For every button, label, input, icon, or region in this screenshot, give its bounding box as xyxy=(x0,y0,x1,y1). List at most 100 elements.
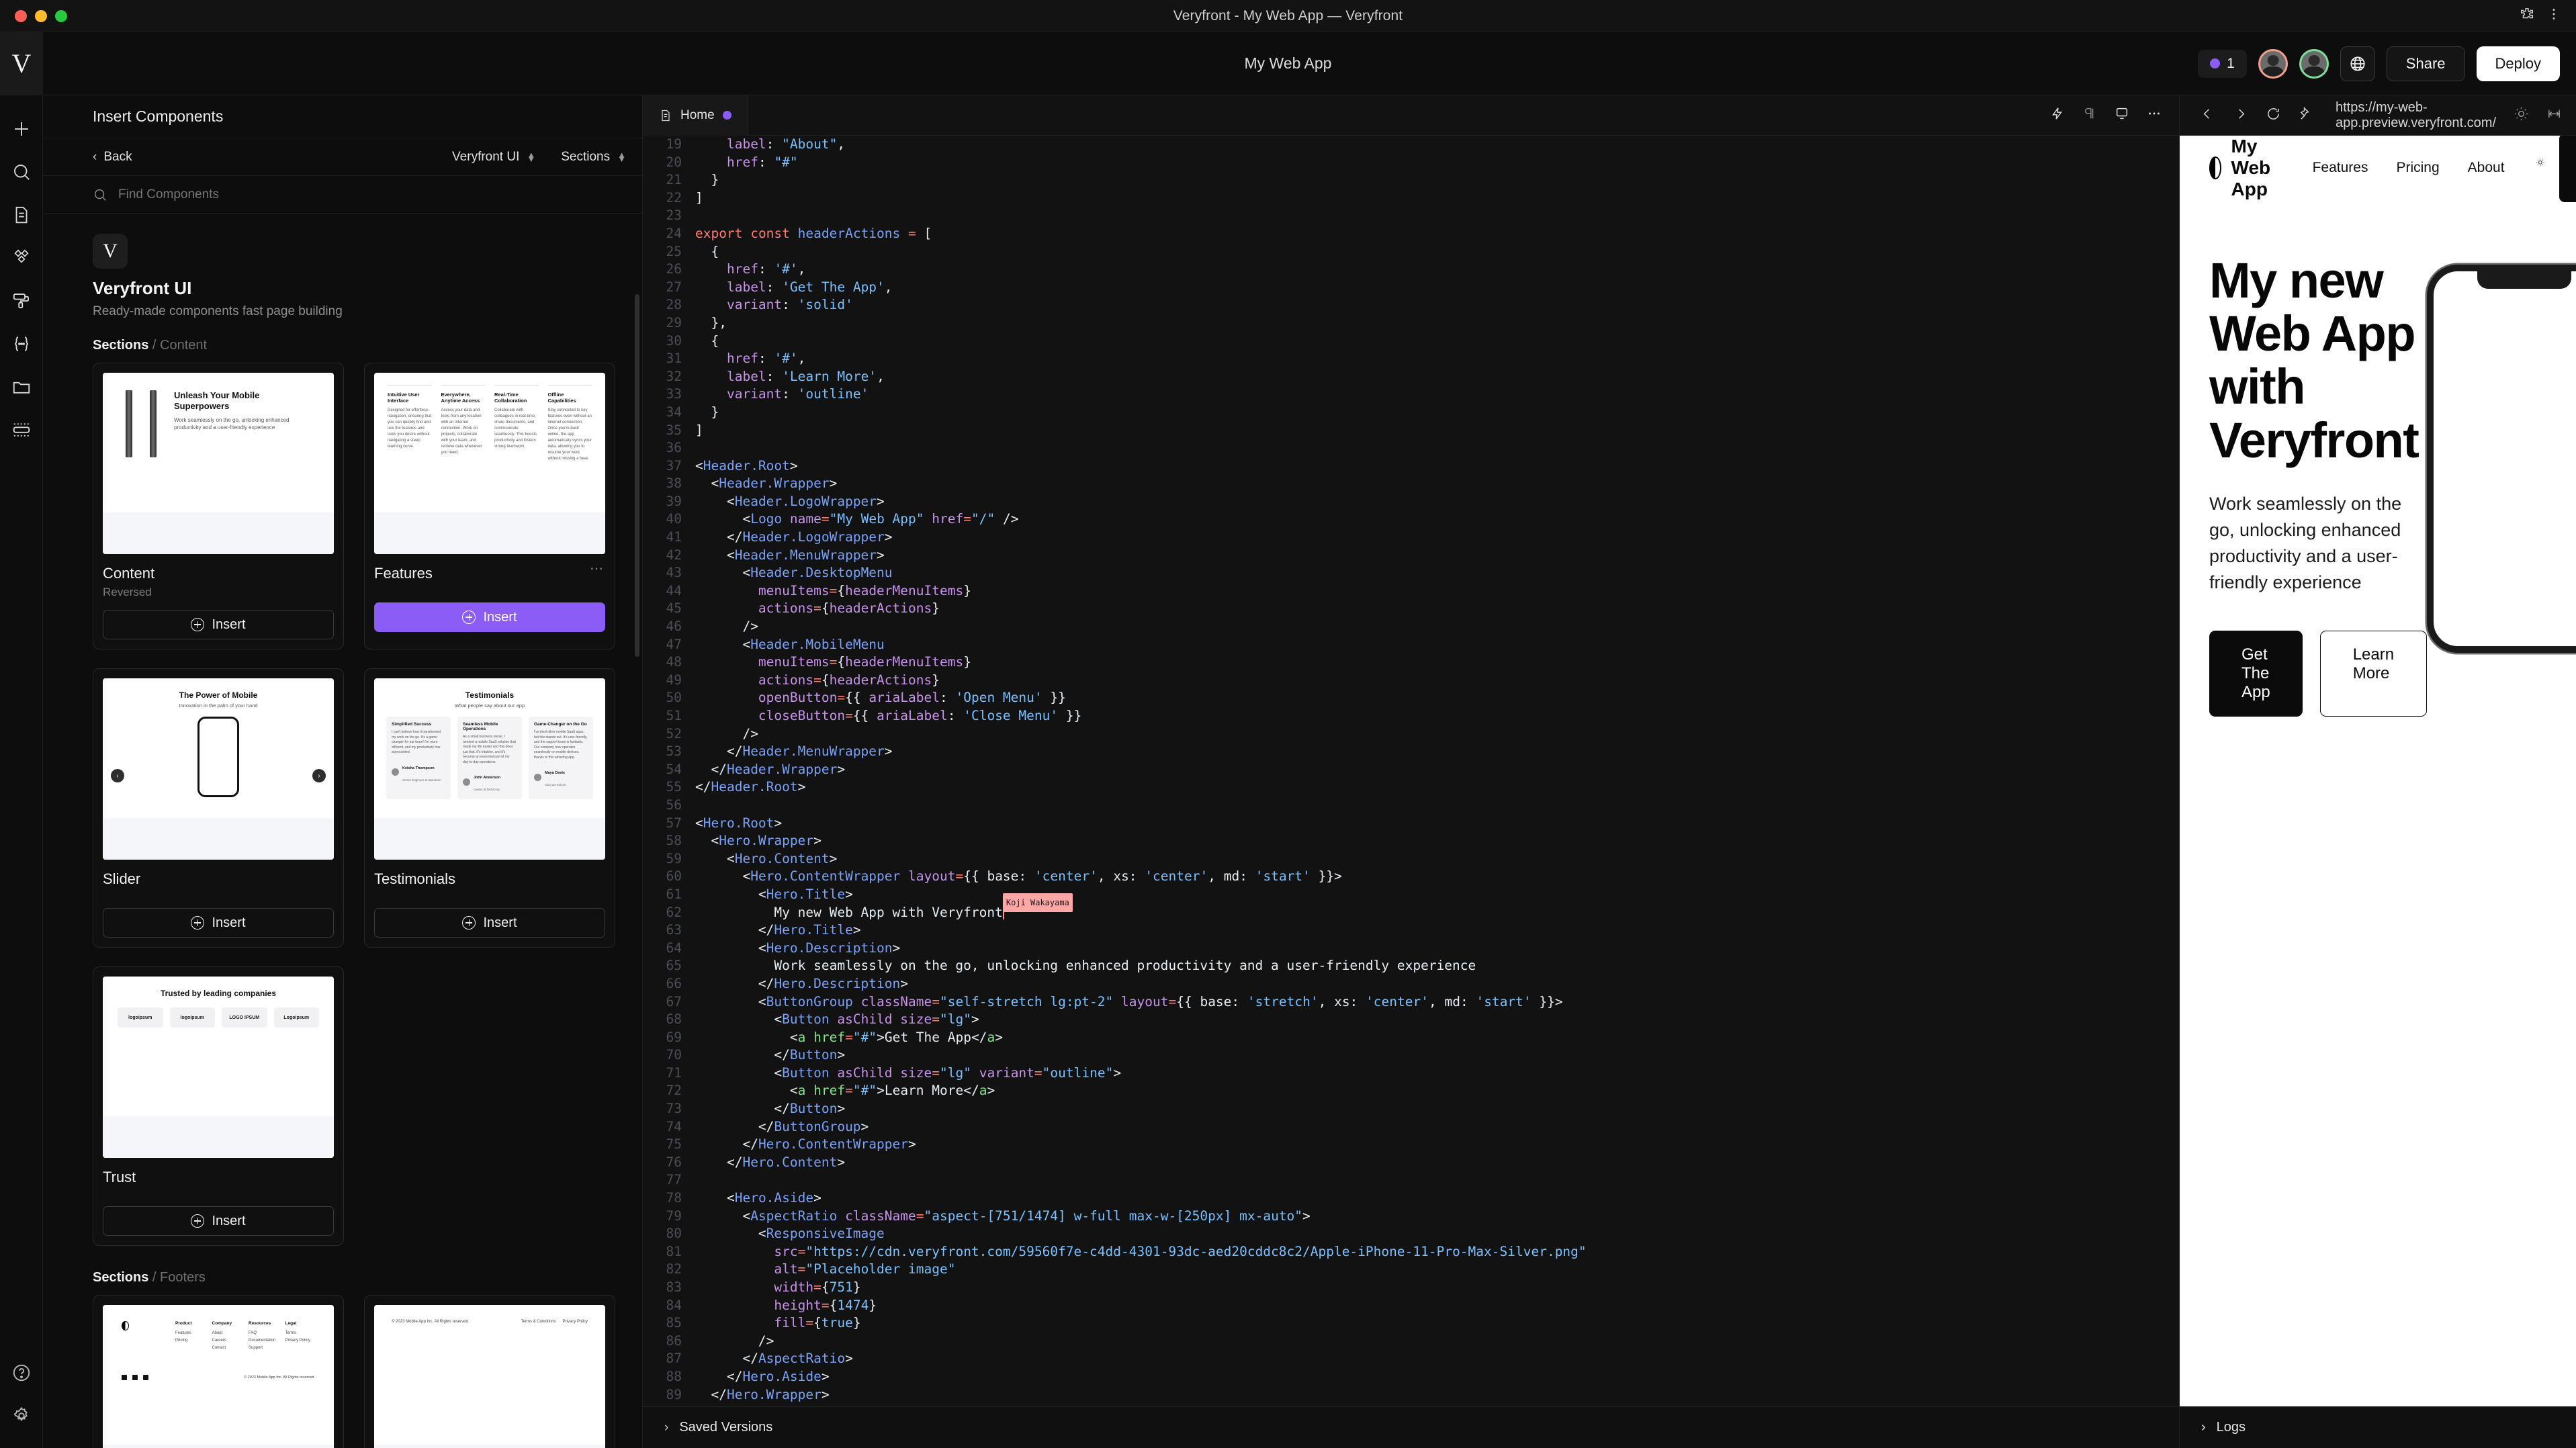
code-area[interactable]: 19 label: "About", 20 href: "#" 21 } 22] 23 2… xyxy=(643,136,2179,1406)
insert-button[interactable]: Insert xyxy=(103,1206,334,1236)
code-line[interactable]: 35] xyxy=(643,422,2179,440)
code-text[interactable]: alt="Placeholder image" xyxy=(695,1261,955,1279)
code-text[interactable]: Work seamlessly on the go, unlocking enh… xyxy=(695,957,1476,975)
code-line[interactable]: 19 label: "About", xyxy=(643,136,2179,154)
code-line[interactable]: 90</Hero.Root> xyxy=(643,1404,2179,1406)
sidebar-item-forms[interactable] xyxy=(0,408,43,451)
slider-next-icon[interactable]: › xyxy=(312,769,326,782)
sun-icon[interactable] xyxy=(2536,158,2545,178)
code-line[interactable]: 22] xyxy=(643,189,2179,208)
back-icon[interactable] xyxy=(2200,106,2215,125)
code-text[interactable]: <Header.Wrapper> xyxy=(695,475,837,493)
code-line[interactable]: 24 export const headerActions = [ xyxy=(643,225,2179,243)
sidebar-item-search[interactable] xyxy=(0,150,43,193)
code-text[interactable]: label: 'Learn More', xyxy=(695,368,885,386)
code-text[interactable]: </Hero.Content> xyxy=(695,1154,845,1172)
code-line[interactable]: 20 href: "#" xyxy=(643,154,2179,172)
code-line[interactable]: 74 </ButtonGroup> xyxy=(643,1118,2179,1136)
code-line[interactable]: 68 <Button asChild size="lg"> xyxy=(643,1011,2179,1029)
code-line[interactable]: 86 /> xyxy=(643,1332,2179,1351)
code-line[interactable]: 75 </Hero.ContentWrapper> xyxy=(643,1136,2179,1154)
code-line[interactable]: 72 <a href="#">Learn More</a> xyxy=(643,1082,2179,1100)
code-line[interactable]: 34 } xyxy=(643,404,2179,422)
code-text[interactable]: /> xyxy=(695,618,758,636)
sidebar-item-code[interactable] xyxy=(0,322,43,365)
code-text[interactable]: <Hero.Wrapper> xyxy=(695,832,821,850)
code-line[interactable]: 21 } xyxy=(643,171,2179,189)
code-text[interactable]: <Header.MobileMenu xyxy=(695,636,884,654)
code-line[interactable]: 70 </Button> xyxy=(643,1046,2179,1065)
code-line[interactable]: 57 <Hero.Root> xyxy=(643,815,2179,833)
code-line[interactable]: 47 <Header.MobileMenu xyxy=(643,636,2179,654)
code-text[interactable]: </Hero.Aside> xyxy=(695,1368,830,1386)
nav-link-about[interactable]: About xyxy=(2468,160,2505,176)
avatar[interactable] xyxy=(2258,48,2288,79)
code-line[interactable]: 30 { xyxy=(643,332,2179,351)
code-line[interactable]: 71 <Button asChild size="lg" variant="ou… xyxy=(643,1065,2179,1083)
saved-versions-drawer[interactable]: › Saved Versions xyxy=(643,1406,2179,1448)
code-text[interactable]: <Logo name="My Web App" href="/" /> xyxy=(695,510,1018,529)
code-text[interactable]: <Hero.ContentWrapper layout={{ base: 'ce… xyxy=(695,868,1341,886)
code-text[interactable]: <Hero.Title> xyxy=(695,886,853,904)
code-text[interactable]: actions={headerActions} xyxy=(695,600,940,618)
code-line[interactable]: 66 </Hero.Description> xyxy=(643,975,2179,993)
code-line[interactable]: 37 <Header.Root> xyxy=(643,457,2179,476)
code-line[interactable]: 81 src="https://cdn.veryfront.com/59560f… xyxy=(643,1243,2179,1261)
code-line[interactable]: 52 /> xyxy=(643,725,2179,743)
code-line[interactable]: 54 </Header.Wrapper> xyxy=(643,761,2179,779)
code-text[interactable]: actions={headerActions} xyxy=(695,672,940,690)
paragraph-icon[interactable] xyxy=(2082,106,2097,124)
code-line[interactable]: 29 }, xyxy=(643,314,2179,332)
code-line[interactable]: 41 </Header.LogoWrapper> xyxy=(643,529,2179,547)
code-line[interactable]: 87 </AspectRatio> xyxy=(643,1350,2179,1368)
code-text[interactable]: closeButton={{ ariaLabel: 'Close Menu' }… xyxy=(695,707,1081,725)
code-text[interactable]: <Hero.Aside> xyxy=(695,1189,821,1208)
code-text[interactable]: variant: 'solid' xyxy=(695,296,853,314)
code-text[interactable]: href: '#', xyxy=(695,350,805,368)
panel-scrollbar[interactable] xyxy=(635,294,639,657)
code-text[interactable]: } xyxy=(695,171,719,189)
preview-url[interactable]: https://my-web-app.preview.veryfront.com… xyxy=(2336,100,2496,131)
code-text[interactable]: <Hero.Description> xyxy=(695,940,900,958)
code-text[interactable]: </ButtonGroup> xyxy=(695,1118,869,1136)
code-line[interactable]: 76 </Hero.Content> xyxy=(643,1154,2179,1172)
code-line[interactable]: 51 closeButton={{ ariaLabel: 'Close Menu… xyxy=(643,707,2179,725)
code-text[interactable]: <Hero.Content> xyxy=(695,850,837,868)
sidebar-item-add[interactable] xyxy=(0,107,43,150)
code-line[interactable]: 43 <Header.DesktopMenu xyxy=(643,564,2179,582)
sidebar-item-pages[interactable] xyxy=(0,193,43,236)
site-logo[interactable]: My Web App xyxy=(2209,136,2282,200)
editor-tab-home[interactable]: Home xyxy=(643,95,748,136)
code-text[interactable]: </Hero.Root> xyxy=(695,1404,790,1406)
code-line[interactable]: 46 /> xyxy=(643,618,2179,636)
code-text[interactable]: height={1474} xyxy=(695,1297,877,1315)
code-line[interactable]: 55 </Header.Root> xyxy=(643,778,2179,797)
code-text[interactable]: href: '#', xyxy=(695,261,805,279)
component-card[interactable]: © 2023 Mobile App Inc. All Rights reserv… xyxy=(364,1295,615,1448)
code-line[interactable]: 49 actions={headerActions} xyxy=(643,672,2179,690)
code-line[interactable]: 60 <Hero.ContentWrapper layout={{ base: … xyxy=(643,868,2179,886)
code-line[interactable]: 89 </Hero.Wrapper> xyxy=(643,1386,2179,1404)
code-line[interactable]: 88 </Hero.Aside> xyxy=(643,1368,2179,1386)
code-text[interactable]: </Hero.ContentWrapper> xyxy=(695,1136,916,1154)
sidebar-item-theme[interactable] xyxy=(0,279,43,322)
code-text[interactable]: }, xyxy=(695,314,726,332)
back-button[interactable]: ‹ Back xyxy=(93,150,132,165)
reload-icon[interactable] xyxy=(2266,106,2281,125)
code-text[interactable]: <Header.Root> xyxy=(695,457,798,476)
insert-button[interactable]: Insert xyxy=(103,610,334,639)
insert-button[interactable]: Insert xyxy=(374,602,605,632)
sidebar-item-components[interactable] xyxy=(0,236,43,279)
code-text[interactable]: </Button> xyxy=(695,1046,845,1065)
code-text[interactable]: ] xyxy=(695,422,703,440)
code-line[interactable]: 65 Work seamlessly on the go, unlocking … xyxy=(643,957,2179,975)
code-line[interactable]: 31 href: '#', xyxy=(643,350,2179,368)
insert-button[interactable]: Insert xyxy=(374,908,605,938)
code-text[interactable]: </Hero.Title> xyxy=(695,921,861,940)
pin-icon[interactable] xyxy=(2299,106,2314,125)
code-line[interactable]: 23 xyxy=(643,207,2179,225)
code-text[interactable]: My new Web App with Veryfront Koji Wakaya… xyxy=(695,893,1073,922)
avatar[interactable] xyxy=(2299,48,2329,79)
code-line[interactable]: 50 openButton={{ ariaLabel: 'Open Menu' … xyxy=(643,689,2179,707)
code-line[interactable]: 79 <AspectRatio className="aspect-[751/1… xyxy=(643,1208,2179,1226)
